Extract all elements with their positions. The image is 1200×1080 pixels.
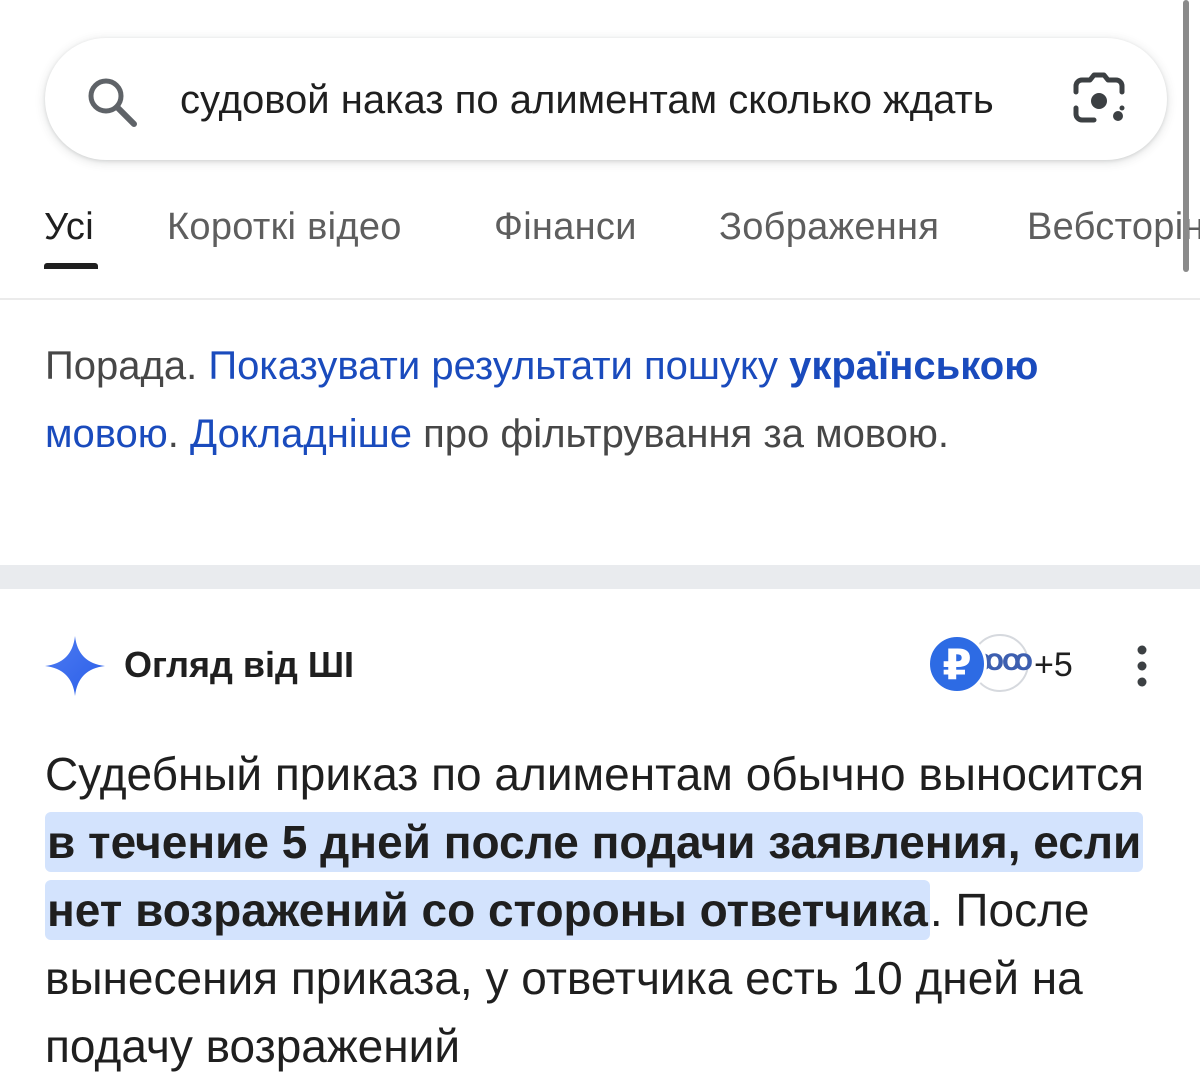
more-vert-icon[interactable] <box>1124 642 1160 690</box>
tip-prefix: Порада. <box>45 344 209 388</box>
link-text-part2: мовою <box>45 412 168 456</box>
search-icon[interactable] <box>84 74 140 130</box>
search-tabs: Усі Короткі відео Фінанси Зображення Веб… <box>0 162 1200 300</box>
tip-separator-text: . <box>167 412 191 456</box>
gemini-spark-icon <box>45 636 105 696</box>
link-text-part1: Показувати результати пошуку <box>208 344 790 388</box>
link-text-bold: українською <box>789 344 1039 388</box>
learn-more-link[interactable]: Докладніше <box>190 412 412 456</box>
tab-web[interactable]: Вебсторінки <box>1027 206 1200 249</box>
tab-finance[interactable]: Фінанси <box>494 206 637 249</box>
ai-overview-header: Огляд від ШІ ₽ ꝎꝎ +5 <box>0 620 1200 710</box>
ai-overview-text: Судебный приказ по алиментам обычно выно… <box>45 740 1170 1080</box>
language-tip: Порада. Показувати результати пошуку укр… <box>45 332 1170 468</box>
tip-suffix: про фільтрування за мовою. <box>412 412 949 456</box>
search-header <box>0 0 1200 162</box>
tab-images[interactable]: Зображення <box>719 206 939 249</box>
source-favicon[interactable]: ₽ <box>927 634 987 694</box>
ai-body-start: Судебный приказ по алиментам обычно выно… <box>45 748 1145 800</box>
section-divider <box>0 565 1200 589</box>
google-lens-camera-icon[interactable] <box>1068 70 1130 130</box>
tab-short-videos[interactable]: Короткі відео <box>167 206 402 249</box>
more-sources-count[interactable]: +5 <box>1034 646 1073 685</box>
search-input[interactable] <box>180 70 1038 130</box>
ai-overview-title: Огляд від ШІ <box>124 644 354 685</box>
scrollbar[interactable] <box>1183 0 1189 272</box>
tab-all[interactable]: Усі <box>44 206 94 249</box>
active-tab-indicator <box>44 263 98 269</box>
